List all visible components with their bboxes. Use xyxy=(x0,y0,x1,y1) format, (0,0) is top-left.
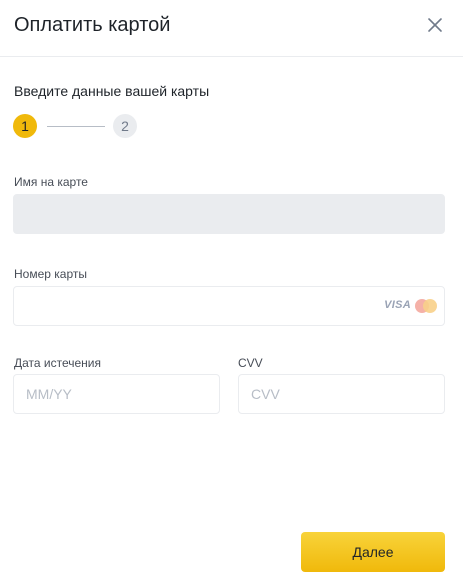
expiry-field[interactable] xyxy=(13,374,220,414)
card-name-label: Имя на карте xyxy=(14,175,88,189)
cvv-label: CVV xyxy=(238,356,263,370)
dialog-header: Оплатить картой xyxy=(0,0,463,57)
card-name-field[interactable] xyxy=(13,194,445,234)
dialog-title: Оплатить картой xyxy=(14,14,171,36)
close-icon[interactable] xyxy=(424,14,446,36)
cvv-input[interactable] xyxy=(239,375,444,413)
card-number-field[interactable]: VISA xyxy=(13,286,445,326)
step-connector xyxy=(47,126,105,127)
step-2-indicator: 2 xyxy=(113,114,137,138)
card-number-input[interactable] xyxy=(14,287,444,325)
expiry-label: Дата истечения xyxy=(14,356,101,370)
cvv-field[interactable] xyxy=(238,374,445,414)
step-1-indicator: 1 xyxy=(13,114,37,138)
expiry-input[interactable] xyxy=(14,375,219,413)
card-number-label: Номер карты xyxy=(14,267,87,281)
next-button[interactable]: Далее xyxy=(301,532,445,572)
close-icon-graphic xyxy=(428,18,442,32)
card-name-input[interactable] xyxy=(14,195,444,233)
mastercard-icon xyxy=(415,299,437,313)
visa-icon: VISA xyxy=(384,299,411,311)
form-subtitle: Введите данные вашей карты xyxy=(14,83,210,99)
